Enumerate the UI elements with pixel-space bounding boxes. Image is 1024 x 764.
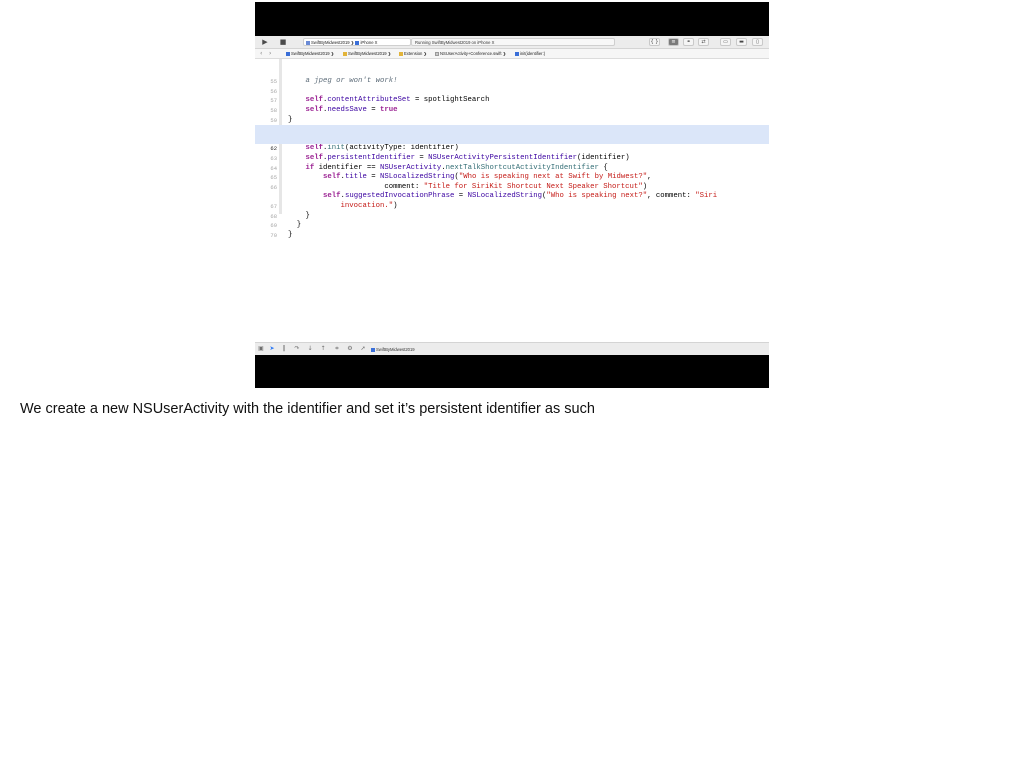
scheme-selector[interactable]: SwiftByMidwest2019 ❯ iPhone X — [303, 38, 411, 46]
code-line[interactable]: 59 — [255, 106, 769, 124]
debug-area-icon[interactable]: ▬ — [736, 38, 747, 46]
device-icon — [355, 40, 360, 45]
project-icon — [286, 51, 290, 56]
code-line[interactable]: invocation.") — [255, 183, 769, 210]
code-line-highlighted[interactable]: 61 self.init(activityType: identifier) — [255, 125, 769, 152]
stop-icon[interactable]: ■ — [279, 38, 287, 46]
debug-target-label: SwiftByMidwest2019 — [376, 347, 415, 352]
scheme-name: SwiftByMidwest2019 — [311, 40, 350, 45]
breadcrumb-label: SwiftByMidwest2019 — [348, 51, 387, 56]
back-arrow-icon[interactable]: ‹ — [260, 49, 262, 58]
version-icon[interactable]: ⇄ — [698, 38, 709, 46]
code-line[interactable]: 60 convenience public init(identifier: S… — [255, 116, 769, 143]
inspector-icon[interactable]: ▯ — [752, 38, 763, 46]
code-line[interactable]: 69 } — [255, 212, 769, 239]
code-line[interactable]: 57 self.needsSave = true — [255, 87, 769, 114]
step-into-icon[interactable]: ↓ — [307, 346, 313, 352]
activity-status: Running SwiftByMidwest2019 on iPhone X — [411, 38, 615, 46]
breadcrumb-group[interactable]: Extension ❯ — [399, 49, 427, 58]
method-icon — [515, 51, 519, 56]
view-hierarchy-icon[interactable]: ⌗ — [334, 346, 340, 352]
code-line[interactable]: 67 } — [255, 192, 769, 220]
code-line[interactable]: a jpeg or won't work! — [255, 58, 769, 85]
breadcrumb-label: SwiftByMidwest2019 — [291, 51, 330, 56]
code-editor[interactable]: a jpeg or won't work! 55 56 self.content… — [255, 59, 769, 342]
app-icon — [306, 40, 310, 45]
play-icon[interactable]: ▶ — [261, 38, 269, 46]
status-text: Running SwiftByMidwest2019 on iPhone X — [415, 40, 495, 45]
navigator-icon[interactable]: ▭ — [720, 38, 731, 46]
code-line[interactable]: 64 self.title = NSLocalizedString("Who i… — [255, 154, 769, 182]
debug-bar: ▣ ➤ ‖ ↷ ↓ ↑ ⌗ ⚙ ➚ SwiftByMidwest2019 — [255, 342, 769, 355]
editor-standard-icon[interactable]: ≡ — [668, 38, 679, 46]
toolbar: ▶ ■ SwiftByMidwest2019 ❯ iPhone X Runnin… — [255, 36, 769, 49]
breadcrumb-method[interactable]: init(identifier:) — [515, 49, 545, 58]
swift-file-icon — [435, 51, 439, 56]
folder-icon — [343, 51, 347, 56]
line-number: 70 — [270, 231, 277, 239]
slide-frame: ▶ ■ SwiftByMidwest2019 ❯ iPhone X Runnin… — [255, 2, 769, 388]
code-line[interactable]: 70 — [255, 221, 769, 239]
code-line[interactable]: 56 self.contentAttributeSet = spotlightS… — [255, 77, 769, 105]
app-icon — [371, 347, 375, 352]
code-line[interactable]: 66 self.suggestedInvocationPhrase = NSLo… — [255, 173, 769, 201]
breadcrumb-label: Extension — [404, 51, 423, 56]
pause-icon[interactable]: ‖ — [281, 346, 287, 352]
forward-arrow-icon[interactable]: › — [269, 49, 271, 58]
braces-icon[interactable]: { } — [649, 38, 660, 46]
breadcrumb-file[interactable]: NSUserActivity+Conference.swift ❯ — [435, 49, 506, 58]
device-name: iPhone X — [360, 40, 378, 45]
folder-icon — [399, 51, 403, 56]
code-line[interactable]: 58 } — [255, 96, 769, 124]
breakpoints-icon[interactable]: ➤ — [269, 346, 275, 352]
xcode-window: ▶ ■ SwiftByMidwest2019 ❯ iPhone X Runnin… — [255, 36, 769, 355]
breadcrumb-label: init(identifier:) — [520, 51, 546, 56]
hide-debug-area-icon[interactable]: ▣ — [258, 346, 264, 352]
breadcrumb-project[interactable]: SwiftByMidwest2019 ❯ — [286, 49, 334, 58]
memory-graph-icon[interactable]: ⚙ — [347, 346, 353, 352]
breadcrumb-label: NSUserActivity+Conference.swift — [440, 51, 502, 56]
debug-target[interactable]: SwiftByMidwest2019 — [371, 343, 415, 355]
slide-caption: We create a new NSUserActivity with the … — [20, 401, 595, 417]
code-line[interactable]: 68 } — [255, 202, 769, 230]
link-icon[interactable]: ⚭ — [683, 38, 694, 46]
breadcrumb-folder[interactable]: SwiftByMidwest2019 ❯ — [343, 49, 391, 58]
code-line[interactable]: 65 comment: "Title for SiriKit Shortcut … — [255, 164, 769, 191]
location-icon[interactable]: ➚ — [360, 346, 366, 352]
code-line[interactable]: 55 — [255, 68, 769, 85]
code-line[interactable]: 63 if identifier == NSUserActivity.nextT… — [255, 144, 769, 172]
step-out-icon[interactable]: ↑ — [320, 346, 326, 352]
code-line-highlighted[interactable]: 62 self.persistentIdentifier = NSUserAct… — [255, 134, 769, 162]
step-over-icon[interactable]: ↷ — [294, 346, 300, 352]
